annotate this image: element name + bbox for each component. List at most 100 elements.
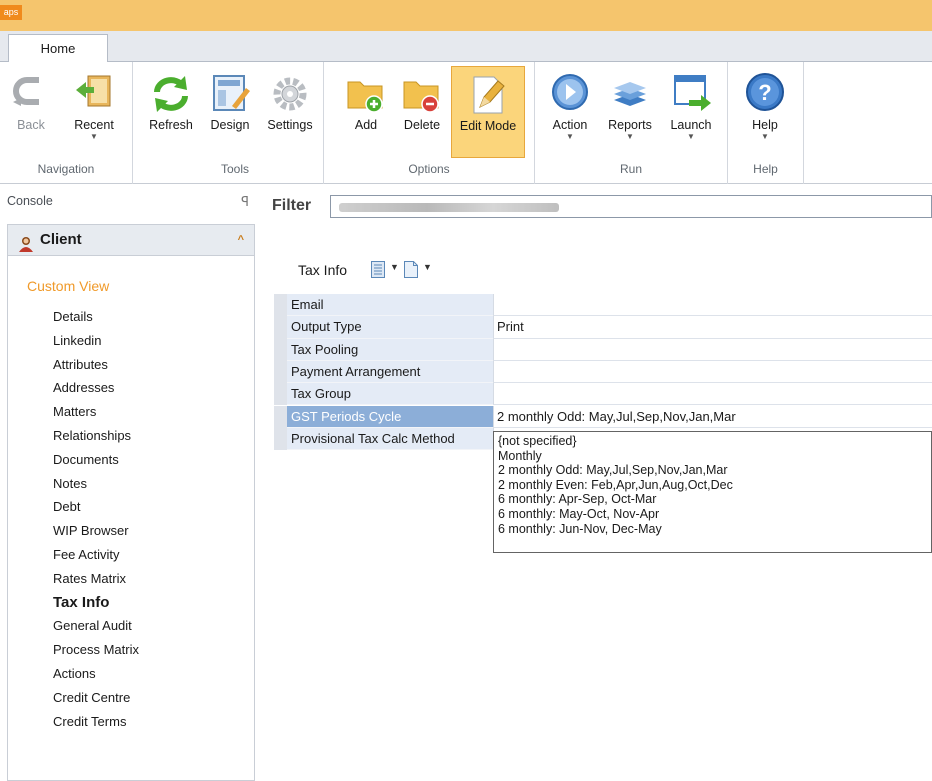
filter-input[interactable] bbox=[330, 195, 932, 218]
nav-item-credit-terms[interactable]: Credit Terms bbox=[53, 710, 243, 734]
gear-icon bbox=[268, 66, 312, 116]
ribbon-group-run: Action ▼ Reports ▼ Launch ▼ Run bbox=[535, 62, 728, 184]
nav-item-fee-activity[interactable]: Fee Activity bbox=[53, 543, 243, 567]
dropdown-option[interactable]: 6 monthly: Jun-Nov, Dec-May bbox=[498, 522, 931, 537]
console-header: Console ꟼ bbox=[7, 194, 257, 216]
nav-item-linkedin[interactable]: Linkedin bbox=[53, 329, 243, 353]
settings-button[interactable]: Settings bbox=[261, 66, 319, 160]
property-row-payment-arrangement[interactable]: Payment Arrangement bbox=[274, 360, 932, 384]
delete-button[interactable]: Delete bbox=[396, 66, 448, 160]
edit-mode-button[interactable]: Edit Mode bbox=[451, 66, 525, 158]
property-value[interactable] bbox=[493, 360, 932, 384]
custom-view-caption: Custom View bbox=[27, 278, 110, 294]
row-gutter bbox=[274, 360, 287, 384]
property-name: Output Type bbox=[287, 316, 493, 339]
property-value[interactable] bbox=[493, 338, 932, 361]
pin-icon[interactable]: ꟼ bbox=[241, 194, 249, 210]
launch-window-icon bbox=[669, 66, 713, 116]
dropdown-arrow-icon[interactable]: ▼ bbox=[390, 262, 399, 272]
nav-item-attributes[interactable]: Attributes bbox=[53, 353, 243, 377]
nav-item-notes[interactable]: Notes bbox=[53, 472, 243, 496]
dropdown-option[interactable]: 6 monthly: Apr-Sep, Oct-Mar bbox=[498, 492, 931, 507]
folder-delete-icon bbox=[400, 66, 444, 116]
property-name: Email bbox=[287, 294, 493, 317]
dropdown-option[interactable]: 2 monthly Even: Feb,Apr,Jun,Aug,Oct,Dec bbox=[498, 478, 931, 493]
svg-text:?: ? bbox=[758, 80, 771, 105]
row-gutter bbox=[274, 294, 287, 317]
property-value[interactable] bbox=[493, 383, 932, 406]
nav-item-debt[interactable]: Debt bbox=[53, 495, 243, 519]
nav-item-actions[interactable]: Actions bbox=[53, 662, 243, 686]
property-row-gst-periods-cycle[interactable]: GST Periods Cycle 2 monthly Odd: May,Jul… bbox=[274, 405, 932, 428]
tab-home[interactable]: Home bbox=[8, 34, 108, 63]
dropdown-option[interactable]: {not specified} bbox=[498, 434, 931, 449]
property-value[interactable]: 2 monthly Odd: May,Jul,Sep,Nov,Jan,Mar bbox=[493, 405, 932, 428]
property-row-output-type[interactable]: Output Type Print bbox=[274, 316, 932, 339]
nav-item-rates-matrix[interactable]: Rates Matrix bbox=[53, 567, 243, 591]
nav-item-relationships[interactable]: Relationships bbox=[53, 424, 243, 448]
view-layout-icon[interactable] bbox=[371, 261, 385, 278]
title-bar: aps bbox=[0, 0, 932, 31]
gst-periods-dropdown-list[interactable]: {not specified} Monthly 2 monthly Odd: M… bbox=[493, 431, 932, 553]
design-button[interactable]: Design bbox=[205, 66, 255, 160]
console-title: Console bbox=[7, 194, 53, 208]
row-gutter bbox=[274, 338, 287, 361]
nav-item-details[interactable]: Details bbox=[53, 305, 243, 329]
nav-item-addresses[interactable]: Addresses bbox=[53, 376, 243, 400]
nav-item-process-matrix[interactable]: Process Matrix bbox=[53, 638, 243, 662]
refresh-button[interactable]: Refresh bbox=[143, 66, 199, 160]
refresh-button-label: Refresh bbox=[149, 118, 193, 132]
back-button[interactable]: Back bbox=[8, 66, 54, 160]
nav-item-credit-centre[interactable]: Credit Centre bbox=[53, 686, 243, 710]
nav-item-wip-browser[interactable]: WIP Browser bbox=[53, 519, 243, 543]
ribbon-tab-strip bbox=[0, 31, 932, 62]
redacted-filter-text bbox=[339, 203, 559, 212]
recent-button[interactable]: Recent ▼ bbox=[66, 66, 122, 160]
refresh-icon bbox=[149, 66, 193, 116]
property-value[interactable]: Print bbox=[493, 316, 932, 339]
help-button[interactable]: ? Help ▼ bbox=[740, 66, 790, 160]
reports-button[interactable]: Reports ▼ bbox=[601, 66, 659, 160]
client-section-header[interactable]: Client ^ bbox=[7, 224, 255, 256]
property-row-tax-pooling[interactable]: Tax Pooling bbox=[274, 338, 932, 361]
recent-book-icon bbox=[72, 66, 116, 116]
reports-button-label: Reports bbox=[608, 118, 652, 132]
nav-item-tax-info[interactable]: Tax Info bbox=[53, 591, 243, 615]
property-name: Payment Arrangement bbox=[287, 360, 493, 384]
dropdown-option[interactable]: 2 monthly Odd: May,Jul,Sep,Nov,Jan,Mar bbox=[498, 463, 931, 478]
ribbon-group-options: Add Delete Edit Mode Options bbox=[324, 62, 535, 184]
client-avatar-icon bbox=[18, 233, 34, 252]
client-section-title: Client bbox=[40, 231, 82, 248]
ribbon-group-label: Tools bbox=[220, 162, 249, 176]
property-row-tax-group[interactable]: Tax Group bbox=[274, 383, 932, 406]
tax-info-title: Tax Info bbox=[298, 262, 348, 278]
launch-button-label: Launch bbox=[670, 118, 712, 132]
ribbon-group-label: Help bbox=[753, 162, 778, 176]
collapse-chevron-icon[interactable]: ^ bbox=[238, 225, 244, 255]
dropdown-arrow-icon[interactable]: ▼ bbox=[423, 262, 432, 272]
nav-item-general-audit[interactable]: General Audit bbox=[53, 614, 243, 638]
dropdown-option[interactable]: Monthly bbox=[498, 449, 931, 464]
document-icon[interactable] bbox=[404, 261, 418, 278]
launch-button[interactable]: Launch ▼ bbox=[663, 66, 719, 160]
nav-item-documents[interactable]: Documents bbox=[53, 448, 243, 472]
property-row-email[interactable]: Email bbox=[274, 294, 932, 317]
action-button[interactable]: Action ▼ bbox=[545, 66, 595, 160]
ribbon-group-label: Run bbox=[619, 162, 642, 176]
ribbon-group-label: Navigation bbox=[37, 162, 95, 176]
settings-button-label: Settings bbox=[267, 118, 313, 132]
help-button-label: Help bbox=[752, 118, 778, 132]
nav-item-matters[interactable]: Matters bbox=[53, 400, 243, 424]
edit-mode-button-label: Edit Mode bbox=[459, 119, 517, 133]
dropdown-arrow-icon: ▼ bbox=[566, 132, 574, 141]
design-button-label: Design bbox=[210, 118, 250, 132]
property-value[interactable] bbox=[493, 294, 932, 317]
dropdown-option[interactable]: 6 monthly: May-Oct, Nov-Apr bbox=[498, 507, 931, 522]
reports-stack-icon bbox=[608, 66, 652, 116]
app-logo: aps bbox=[0, 5, 22, 20]
help-icon: ? bbox=[743, 66, 787, 116]
back-arrow-icon bbox=[9, 66, 53, 116]
property-name: Tax Pooling bbox=[287, 338, 493, 361]
filter-label: Filter bbox=[272, 197, 312, 214]
add-button[interactable]: Add bbox=[342, 66, 390, 160]
